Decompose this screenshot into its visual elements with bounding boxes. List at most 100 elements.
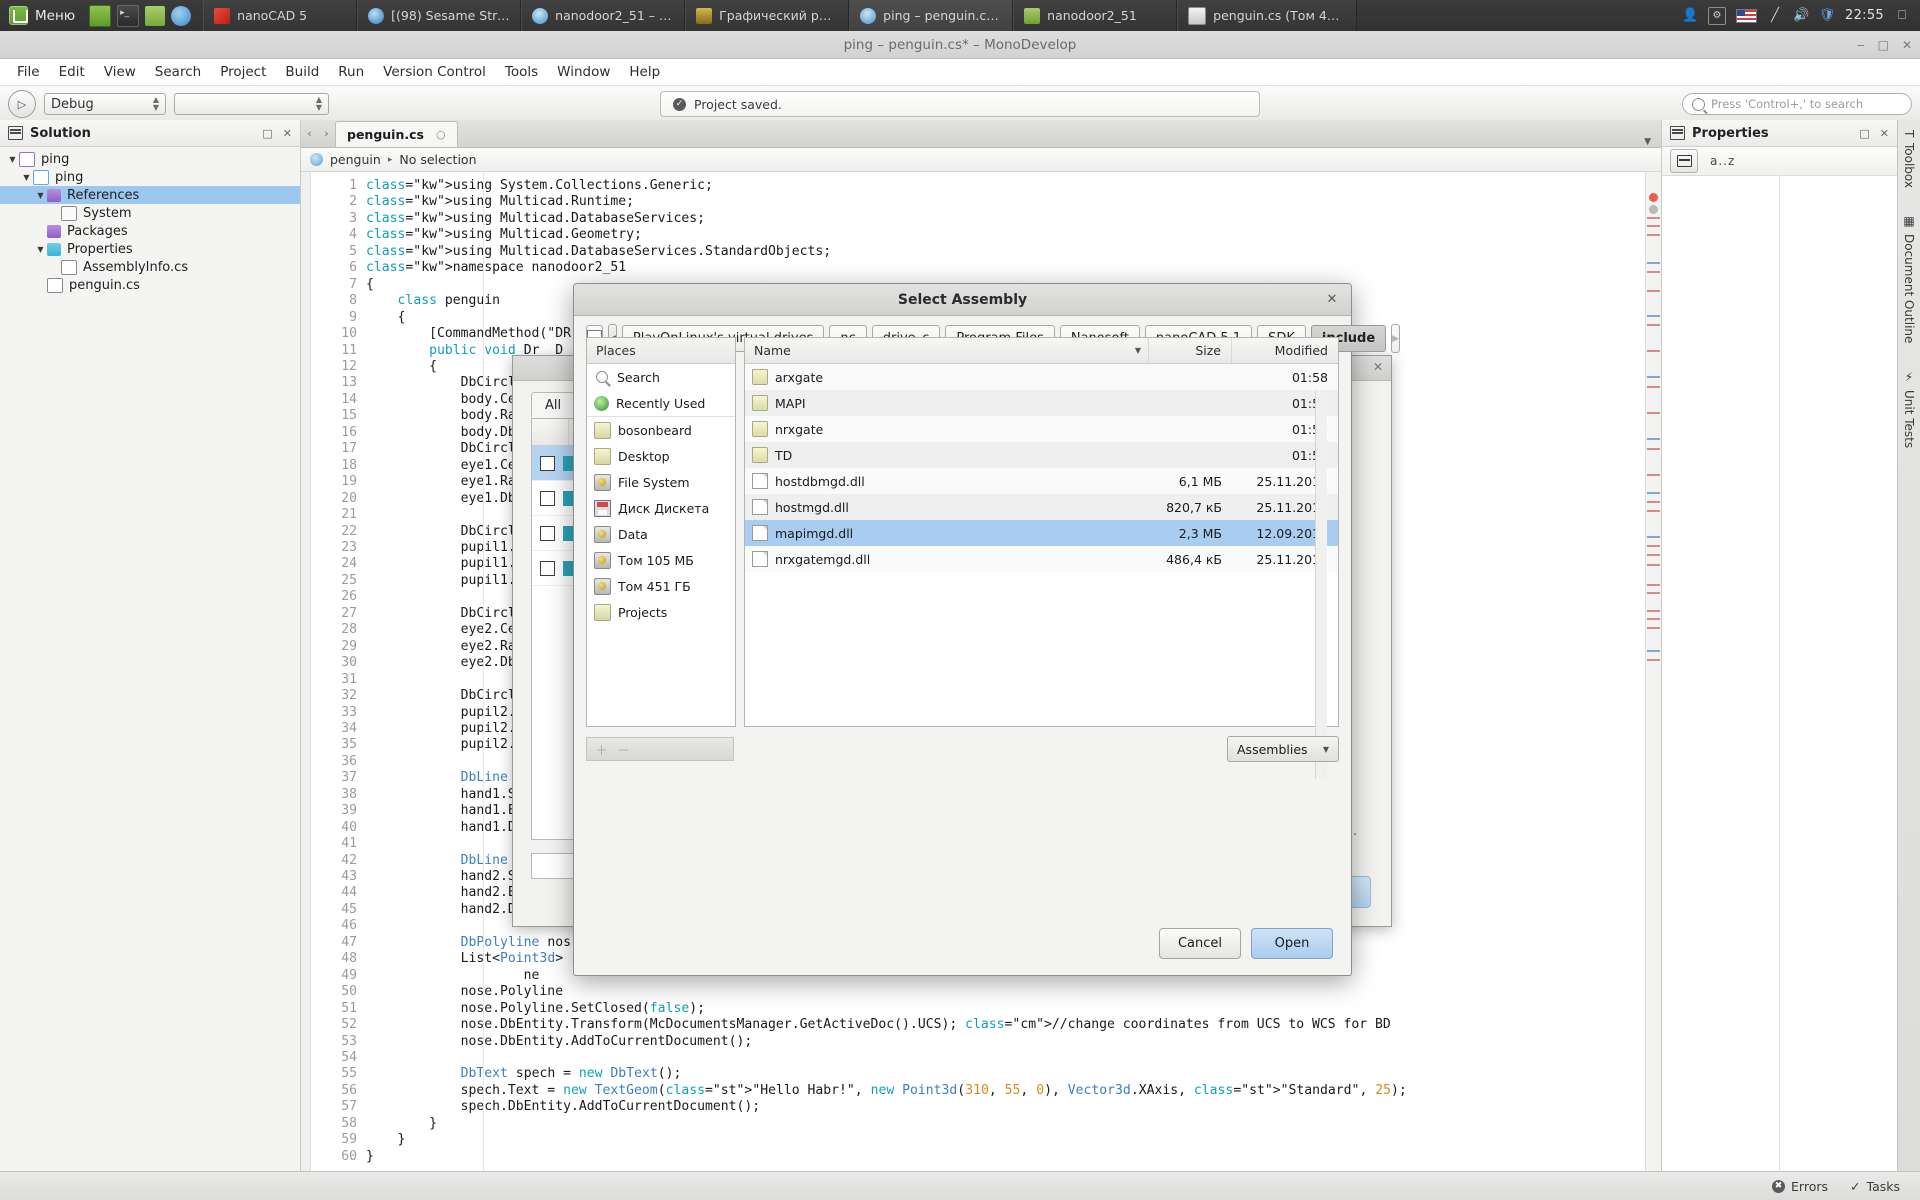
error-overview-strip[interactable] (1645, 172, 1661, 1171)
menu-build[interactable]: Build (276, 61, 328, 83)
keyboard-layout-flag-icon[interactable] (1736, 9, 1757, 23)
close-icon[interactable]: ✕ (1324, 291, 1340, 307)
file-list[interactable]: Name ▼ Size Modified arxgate 01:58 MAPI … (744, 337, 1339, 727)
start-menu-button[interactable]: Меню (0, 0, 84, 31)
dock-item-toolbox[interactable]: T Toolbox (1902, 130, 1916, 188)
place-bosonbeard[interactable]: bosonbeard (587, 416, 735, 443)
column-header-size[interactable]: Size (1148, 338, 1231, 363)
column-header-name[interactable]: Name ▼ (745, 343, 1148, 358)
place-desktop[interactable]: Desktop (587, 443, 735, 469)
scrollbar-trough[interactable] (1315, 391, 1327, 779)
pad-minimize-button[interactable]: □ (1859, 127, 1869, 140)
taskbar-task[interactable]: nanodoor2_51 (1013, 0, 1177, 31)
terminal-icon[interactable] (117, 5, 139, 27)
place-recently-used[interactable]: Recently Used (587, 390, 735, 416)
next-document-icon[interactable]: › (318, 120, 335, 147)
firewall-shield-icon[interactable]: 🛡 (1819, 8, 1835, 24)
workspace-switcher-icon[interactable]: ⎕ (1894, 8, 1910, 24)
tree-node-packages[interactable]: Packages (0, 222, 300, 240)
errors-status-button[interactable]: ✖ Errors (1772, 1179, 1828, 1194)
menu-help[interactable]: Help (620, 61, 669, 83)
taskbar-task[interactable]: nanoCAD 5 (203, 0, 357, 31)
file-row[interactable]: nrxgatemgd.dll 486,4 кБ 25.11.2013 (745, 546, 1338, 572)
open-button[interactable]: Open (1251, 928, 1333, 959)
tree-node-properties[interactable]: ▼ Properties (0, 240, 300, 258)
file-row[interactable]: TD 01:58 (745, 442, 1338, 468)
menu-tools[interactable]: Tools (496, 61, 547, 83)
pad-close-button[interactable]: ✕ (1880, 127, 1889, 140)
brightness-icon[interactable]: ╱ (1767, 8, 1783, 24)
taskbar-task-active[interactable]: ping – penguin.cs* –... (849, 0, 1013, 31)
volume-icon[interactable]: 🔊 (1793, 8, 1809, 24)
update-manager-icon[interactable]: ⚙ (1708, 7, 1726, 25)
file-row[interactable]: arxgate 01:58 (745, 364, 1338, 390)
pad-close-button[interactable]: ✕ (283, 127, 292, 140)
global-search-input[interactable]: Press 'Control+,' to search (1682, 93, 1912, 115)
file-row[interactable]: hostmgd.dll 820,7 кБ 25.11.2013 (745, 494, 1338, 520)
tree-node-penguin-cs[interactable]: penguin.cs (0, 276, 300, 294)
menu-version-control[interactable]: Version Control (374, 61, 495, 83)
breadcrumb-type[interactable]: penguin (330, 152, 381, 167)
menu-window[interactable]: Window (548, 61, 619, 83)
tasks-status-button[interactable]: ✓ Tasks (1850, 1179, 1900, 1194)
column-header-modified[interactable]: Modified (1231, 338, 1338, 363)
place-volume-105mb[interactable]: Том 105 МБ (587, 547, 735, 573)
place-data[interactable]: Data (587, 521, 735, 547)
twisty-icon[interactable]: ▼ (20, 173, 33, 182)
menu-edit[interactable]: Edit (50, 61, 94, 83)
menu-run[interactable]: Run (329, 61, 373, 83)
maximize-button[interactable]: □ (1878, 38, 1889, 52)
select-assembly-dialog[interactable]: Select Assembly ✕ ◀ PlayOnLinux's virtua… (573, 283, 1352, 976)
prev-document-icon[interactable]: ‹ (301, 120, 318, 147)
menu-project[interactable]: Project (211, 61, 275, 83)
place-floppy[interactable]: Диск Дискета (587, 495, 735, 521)
tab-all[interactable]: All (531, 392, 575, 417)
file-type-filter[interactable]: Assemblies ▼ (1227, 736, 1339, 762)
categorized-sort-button[interactable] (1670, 149, 1698, 173)
cancel-button[interactable]: Cancel (1159, 928, 1241, 959)
tree-node-solution-ping[interactable]: ▼ ping (0, 150, 300, 168)
web-browser-icon[interactable] (171, 6, 191, 26)
user-icon[interactable]: 👤 (1682, 8, 1698, 24)
runtime-selector[interactable]: ▲▼ (174, 93, 329, 115)
file-row[interactable]: nrxgate 01:58 (745, 416, 1338, 442)
add-bookmark-icon[interactable]: ＋ (595, 740, 608, 759)
show-desktop-icon[interactable] (89, 5, 111, 27)
taskbar-task[interactable]: Графический реда... (685, 0, 849, 31)
minimize-button[interactable]: ‒ (1857, 38, 1865, 52)
reference-checkbox[interactable] (540, 561, 555, 576)
file-row[interactable]: hostdbmgd.dll 6,1 МБ 25.11.2013 (745, 468, 1338, 494)
clock[interactable]: 22:55 (1845, 8, 1884, 23)
properties-grid[interactable] (1662, 176, 1897, 1171)
tree-node-assemblyinfo[interactable]: AssemblyInfo.cs (0, 258, 300, 276)
place-search[interactable]: Search (587, 364, 735, 390)
alphabetical-sort-button[interactable]: a..z (1710, 154, 1735, 168)
twisty-icon[interactable]: ▼ (34, 191, 47, 200)
configuration-selector[interactable]: Debug ▲▼ (44, 93, 166, 115)
menu-file[interactable]: File (8, 61, 49, 83)
reference-checkbox[interactable] (540, 491, 555, 506)
place-projects[interactable]: Projects (587, 599, 735, 625)
taskbar-task[interactable]: nanodoor2_51 – Do... (521, 0, 685, 31)
taskbar-task[interactable]: [(98) Sesame Street ... (357, 0, 521, 31)
tree-node-references[interactable]: ▼ References (0, 186, 300, 204)
place-volume-451gb[interactable]: Том 451 ГБ (587, 573, 735, 599)
dock-item-unit-tests[interactable]: ⚡ Unit Tests (1902, 370, 1916, 448)
close-icon[interactable]: ✕ (1373, 360, 1383, 374)
tab-close-icon[interactable]: ○ (436, 128, 446, 141)
file-list-scrollbar[interactable] (1315, 391, 1326, 779)
twisty-icon[interactable]: ▼ (6, 155, 19, 164)
file-row[interactable]: MAPI 01:58 (745, 390, 1338, 416)
menu-search[interactable]: Search (146, 61, 210, 83)
reference-checkbox[interactable] (540, 456, 555, 471)
document-list-chevron-icon[interactable]: ▼ (1644, 137, 1661, 147)
tree-node-project-ping[interactable]: ▼ ping (0, 168, 300, 186)
reference-checkbox[interactable] (540, 526, 555, 541)
tree-node-system[interactable]: System (0, 204, 300, 222)
path-scroll-forward-button[interactable]: ▶ (1391, 324, 1400, 353)
tab-penguin-cs[interactable]: penguin.cs ○ (335, 121, 458, 147)
places-sidebar[interactable]: Places Search Recently Used bosonbeard D… (586, 337, 736, 727)
file-manager-icon[interactable] (145, 6, 165, 26)
file-row-selected[interactable]: mapimgd.dll 2,3 МБ 12.09.2013 (745, 520, 1338, 546)
twisty-icon[interactable]: ▼ (34, 245, 47, 254)
